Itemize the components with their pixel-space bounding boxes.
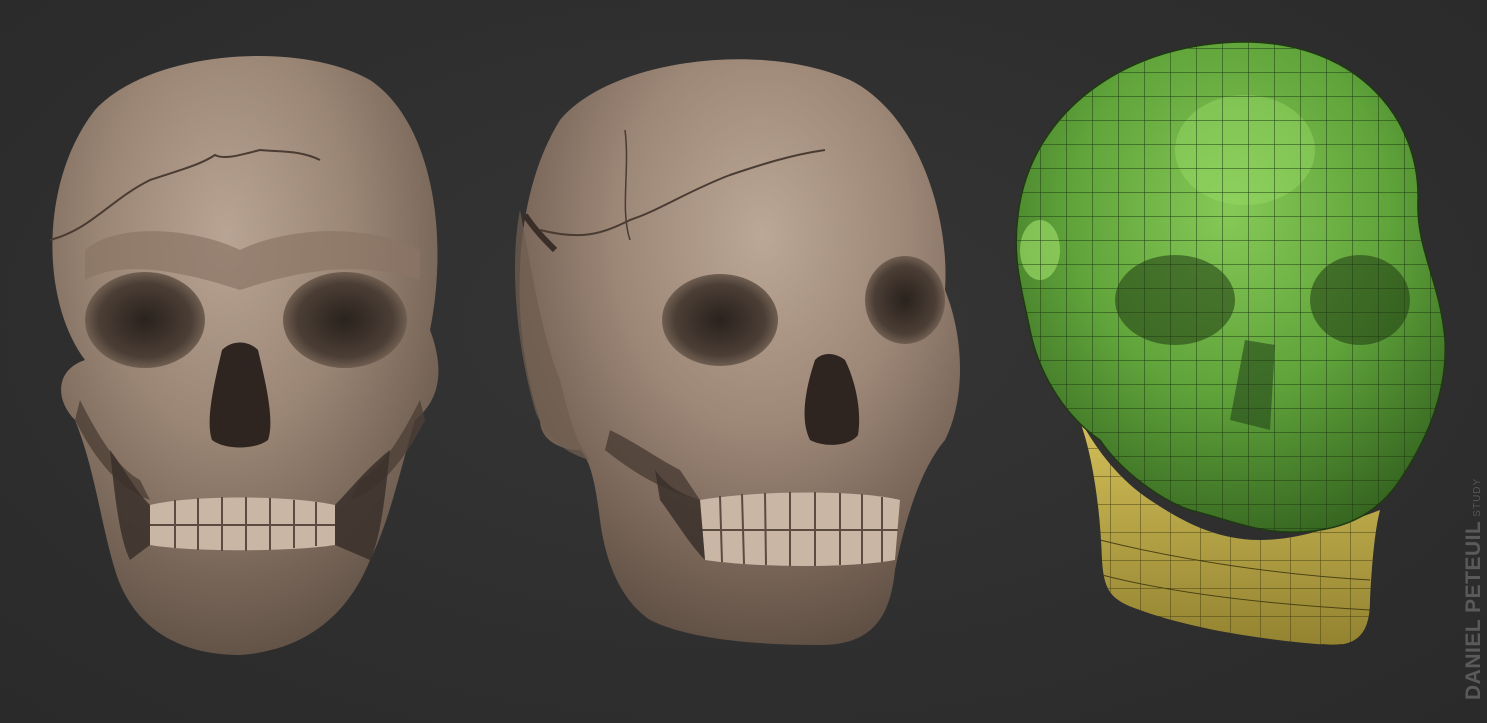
skull-front-sculpt xyxy=(49,55,439,655)
skull-renders xyxy=(49,41,1446,655)
watermark-name: DANIEL PETEUIL xyxy=(1462,520,1485,700)
canvas-background: DANIEL PETEUIL STUDY xyxy=(0,0,1487,723)
skull-three-quarter-sculpt xyxy=(515,59,960,645)
artist-watermark: DANIEL PETEUIL STUDY xyxy=(1462,478,1487,700)
watermark-suffix: STUDY xyxy=(1472,477,1483,517)
skull-lowpoly-mesh xyxy=(1015,41,1446,646)
